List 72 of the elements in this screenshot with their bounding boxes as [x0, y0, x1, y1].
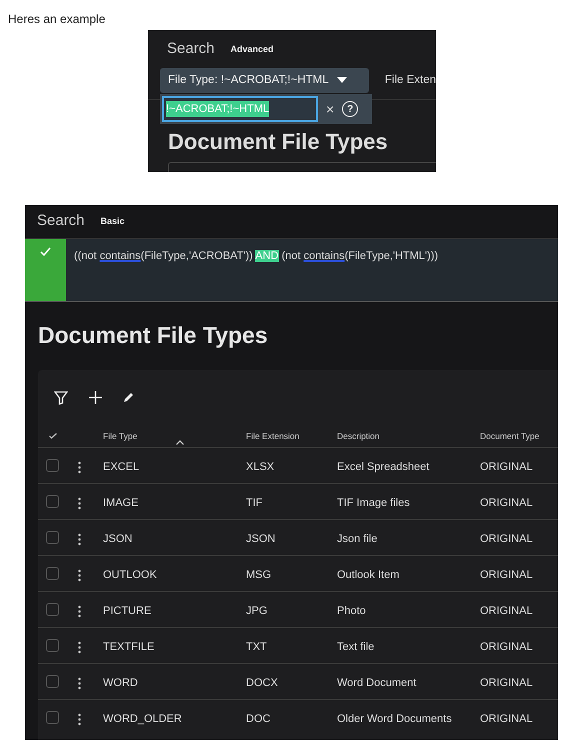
column-header[interactable]: File Extension: [246, 430, 300, 443]
query-field[interactable]: ((not contains(FileType,'ACROBAT')) AND (not contains(FileType,'HTML'))): [25, 238, 558, 302]
row-checkbox[interactable]: [46, 459, 59, 472]
kebab-icon[interactable]: [78, 497, 81, 510]
table-cell-text: OUTLOOK: [103, 568, 157, 583]
search-label: Search: [37, 211, 85, 232]
table-cell-text: MSG: [246, 568, 272, 583]
kebab-icon[interactable]: [78, 677, 81, 690]
table-cell-text: ORIGINAL: [480, 496, 533, 511]
help-button[interactable]: ?: [342, 101, 358, 117]
row-checkbox[interactable]: [46, 531, 59, 544]
kebab-icon[interactable]: [78, 641, 81, 654]
table-cell-text: TIF: [246, 496, 262, 511]
table-cell-text: XLSX: [246, 460, 274, 475]
table-cell-text: ORIGINAL: [480, 676, 533, 691]
filter-chip[interactable]: File Exten: [384, 72, 436, 89]
table-cell-text: ORIGINAL: [480, 640, 533, 655]
table-cell-text: DOCX: [246, 676, 278, 691]
table-cell-text: Photo: [337, 604, 366, 619]
column-header[interactable]: Description: [337, 430, 380, 443]
table-cell-text: ORIGINAL: [480, 460, 533, 475]
table-cell-text: DOC: [246, 712, 270, 727]
table-cell-text: Outlook Item: [337, 568, 400, 583]
mode-link[interactable]: Advanced: [230, 42, 274, 56]
pencil-icon[interactable]: [123, 391, 135, 403]
table-cell-text: EXCEL: [103, 460, 140, 475]
sort-icon[interactable]: [176, 440, 184, 445]
row-checkbox[interactable]: [46, 495, 59, 508]
kebab-icon[interactable]: [78, 461, 81, 474]
row-checkbox[interactable]: [46, 567, 59, 580]
column-header[interactable]: File Type: [103, 430, 138, 443]
table-cell-text: WORD_OLDER: [103, 712, 182, 727]
table-cell-text: ORIGINAL: [480, 532, 533, 547]
caret-icon: [336, 77, 347, 84]
table-cell-text: ORIGINAL: [480, 568, 533, 583]
table-cell-text: TEXTFILE: [103, 640, 154, 655]
page-heading: Document File Types: [37, 321, 269, 350]
query-text: ((not contains(FileType,'ACROBAT')) AND (not contains(FileType,'HTML'))): [73, 249, 438, 264]
post-text: Heres an example: [8, 11, 106, 28]
table-cell-text: ORIGINAL: [480, 604, 533, 619]
search-label: Search: [167, 39, 215, 59]
table-cell-text: TIF Image files: [337, 496, 410, 511]
table-cell-text: JPG: [246, 604, 268, 619]
table-cell-text: Excel Spreadsheet: [337, 460, 430, 475]
add-icon[interactable]: [89, 391, 102, 404]
filter-icon[interactable]: [54, 391, 68, 405]
table-cell-text: Text file: [337, 640, 374, 655]
clear-button[interactable]: ×: [326, 98, 334, 120]
row-checkbox[interactable]: [46, 711, 59, 724]
kebab-icon[interactable]: [78, 713, 81, 726]
kebab-icon[interactable]: [78, 569, 81, 582]
page-heading: Document File Types: [168, 128, 389, 156]
kebab-icon[interactable]: [78, 605, 81, 618]
table-cell-text: Older Word Documents: [337, 712, 452, 727]
filter-chip[interactable]: File Type: !~ACROBAT;!~HTML: [160, 68, 369, 93]
row-checkbox[interactable]: [46, 603, 59, 616]
kebab-icon[interactable]: [78, 533, 81, 546]
mode-link[interactable]: Basic: [100, 214, 125, 228]
table-cell-text: PICTURE: [103, 604, 152, 619]
table-cell-text: JSON: [103, 532, 132, 547]
table-cell-text: JSON: [246, 532, 276, 547]
column-header[interactable]: Document Type: [480, 430, 540, 443]
check-icon: [40, 247, 51, 256]
table-cell-text: TXT: [246, 640, 267, 655]
check-icon: [49, 433, 57, 439]
row-checkbox[interactable]: [46, 675, 59, 688]
table-cell-text: Word Document: [337, 676, 416, 691]
table-cell-text: Json file: [337, 532, 378, 547]
table-cell-text: IMAGE: [103, 496, 138, 511]
table-cell-text: ORIGINAL: [480, 712, 533, 727]
table-cell-text: WORD: [103, 676, 138, 691]
row-checkbox[interactable]: [46, 639, 59, 652]
